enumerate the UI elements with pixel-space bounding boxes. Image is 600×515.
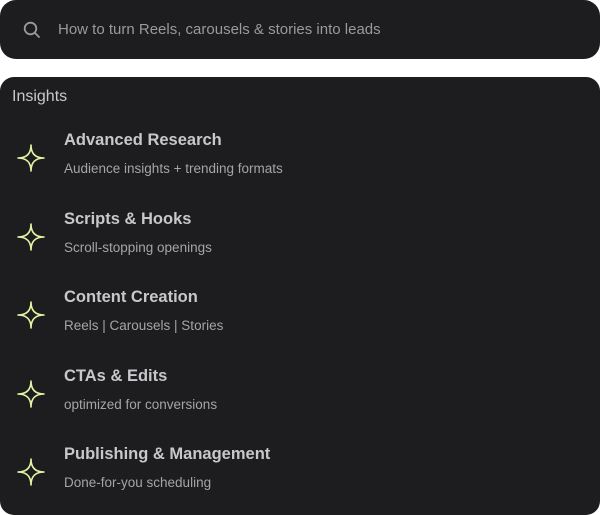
item-title: Publishing & Management [64,445,271,463]
sparkle-icon [16,457,46,487]
item-title: Content Creation [64,288,198,306]
item-subtitle: Audience insights + trending formats [64,161,283,176]
insight-item-content-creation[interactable]: Content Creation Reels | Carousels | Sto… [0,286,600,356]
insights-panel: Insights Advanced Research Audience insi… [0,77,600,515]
item-title: Scripts & Hooks [64,210,192,228]
search-input[interactable] [58,21,578,38]
item-subtitle: Done-for-you scheduling [64,475,212,490]
item-subtitle: Scroll-stopping openings [64,240,212,255]
item-subtitle: optimized for conversions [64,397,218,412]
sparkle-icon [16,379,46,409]
search-bar[interactable] [0,0,600,59]
panel-title: Insights [12,88,68,105]
item-title: Advanced Research [64,131,222,149]
insight-item-advanced-research[interactable]: Advanced Research Audience insights + tr… [0,129,600,199]
sparkle-icon [16,300,46,330]
item-title: CTAs & Edits [64,367,168,385]
insight-item-publishing-management[interactable]: Publishing & Management Done-for-you sch… [0,443,600,513]
item-subtitle: Reels | Carousels | Stories [64,318,224,333]
sparkle-icon [16,222,46,252]
insight-item-ctas-edits[interactable]: CTAs & Edits optimized for conversions [0,365,600,435]
sparkle-icon [16,143,46,173]
insight-item-scripts-hooks[interactable]: Scripts & Hooks Scroll-stopping openings [0,208,600,278]
search-icon [22,20,42,40]
